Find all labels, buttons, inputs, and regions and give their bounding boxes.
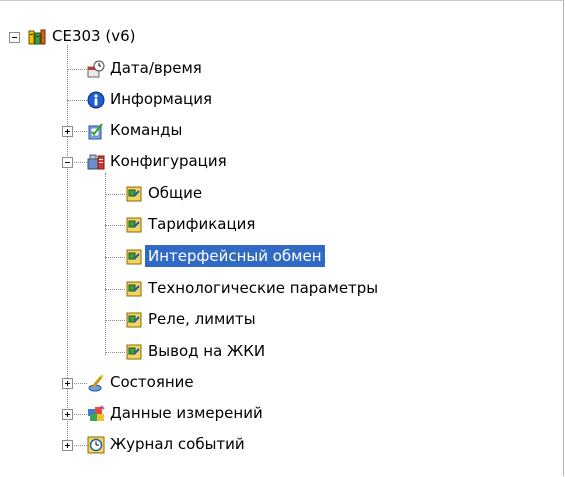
clock-calendar-icon xyxy=(87,60,105,78)
settings-leaf-icon xyxy=(125,248,143,266)
tree-line xyxy=(105,257,125,258)
meter-device-icon xyxy=(28,28,46,46)
tree-node-info[interactable]: Информация xyxy=(0,84,560,116)
tree-node-label[interactable]: CE303 (v6) xyxy=(49,25,138,47)
tree-node-label[interactable]: Вывод на ЖКИ xyxy=(145,340,268,362)
tree-node-interface-exchange[interactable]: Интерфейсный обмен xyxy=(0,241,560,273)
tree-node-label-selected[interactable]: Интерфейсный обмен xyxy=(145,245,325,267)
tree-node-measurements[interactable]: Данные измерений xyxy=(0,398,560,430)
tree-node-status[interactable]: Состояние xyxy=(0,367,560,399)
settings-leaf-icon xyxy=(125,216,143,234)
tree-node-label[interactable]: Команды xyxy=(107,119,185,141)
measurements-icon xyxy=(87,405,105,423)
tree-node-general[interactable]: Общие xyxy=(0,178,560,210)
tree-node-label[interactable]: Информация xyxy=(107,88,215,110)
tree-node-event-log[interactable]: Журнал событий xyxy=(0,429,560,461)
tree-line xyxy=(105,352,125,353)
event-log-icon xyxy=(87,436,105,454)
expand-toggle[interactable] xyxy=(62,440,73,451)
settings-leaf-icon xyxy=(125,343,143,361)
tree-node-label[interactable]: Журнал событий xyxy=(107,433,248,455)
tree-line xyxy=(105,225,125,226)
tree-node-configuration[interactable]: Конфигурация xyxy=(0,146,560,178)
tree-node-label[interactable]: Данные измерений xyxy=(107,402,266,424)
info-icon xyxy=(87,91,105,109)
expand-toggle[interactable] xyxy=(62,409,73,420)
tree-line xyxy=(105,289,125,290)
tree-node-label[interactable]: Конфигурация xyxy=(107,150,230,172)
tree-node-label[interactable]: Состояние xyxy=(107,371,197,393)
tree-line xyxy=(105,194,125,195)
expand-toggle[interactable] xyxy=(62,126,73,137)
tree-view: CE303 (v6) Дата/время Информация Команды… xyxy=(0,1,563,476)
tree-node-label[interactable]: Общие xyxy=(145,182,205,204)
tree-line xyxy=(67,69,87,70)
tree-panel: CE303 (v6) Дата/время Информация Команды… xyxy=(0,0,564,476)
tree-line xyxy=(105,320,125,321)
settings-leaf-icon xyxy=(125,311,143,329)
settings-leaf-icon xyxy=(125,280,143,298)
tree-node-tech-params[interactable]: Технологические параметры xyxy=(0,273,560,305)
expand-toggle[interactable] xyxy=(62,378,73,389)
tree-node-root[interactable]: CE303 (v6) xyxy=(0,21,560,53)
collapse-toggle[interactable] xyxy=(9,32,20,43)
status-icon xyxy=(87,374,105,392)
tree-node-relays-limits[interactable]: Реле, лимиты xyxy=(0,304,560,336)
tree-node-datetime[interactable]: Дата/время xyxy=(0,53,560,85)
tree-node-label[interactable]: Тарификация xyxy=(145,213,258,235)
configuration-icon xyxy=(87,153,105,171)
tree-node-label[interactable]: Реле, лимиты xyxy=(145,308,259,330)
tree-line xyxy=(67,100,87,101)
tree-node-label[interactable]: Технологические параметры xyxy=(145,277,381,299)
commands-icon xyxy=(87,122,105,140)
tree-node-tariffs[interactable]: Тарификация xyxy=(0,209,560,241)
tree-node-lcd-output[interactable]: Вывод на ЖКИ xyxy=(0,336,560,368)
tree-node-commands[interactable]: Команды xyxy=(0,115,560,147)
settings-leaf-icon xyxy=(125,185,143,203)
collapse-toggle[interactable] xyxy=(62,157,73,168)
tree-node-label[interactable]: Дата/время xyxy=(107,57,205,79)
